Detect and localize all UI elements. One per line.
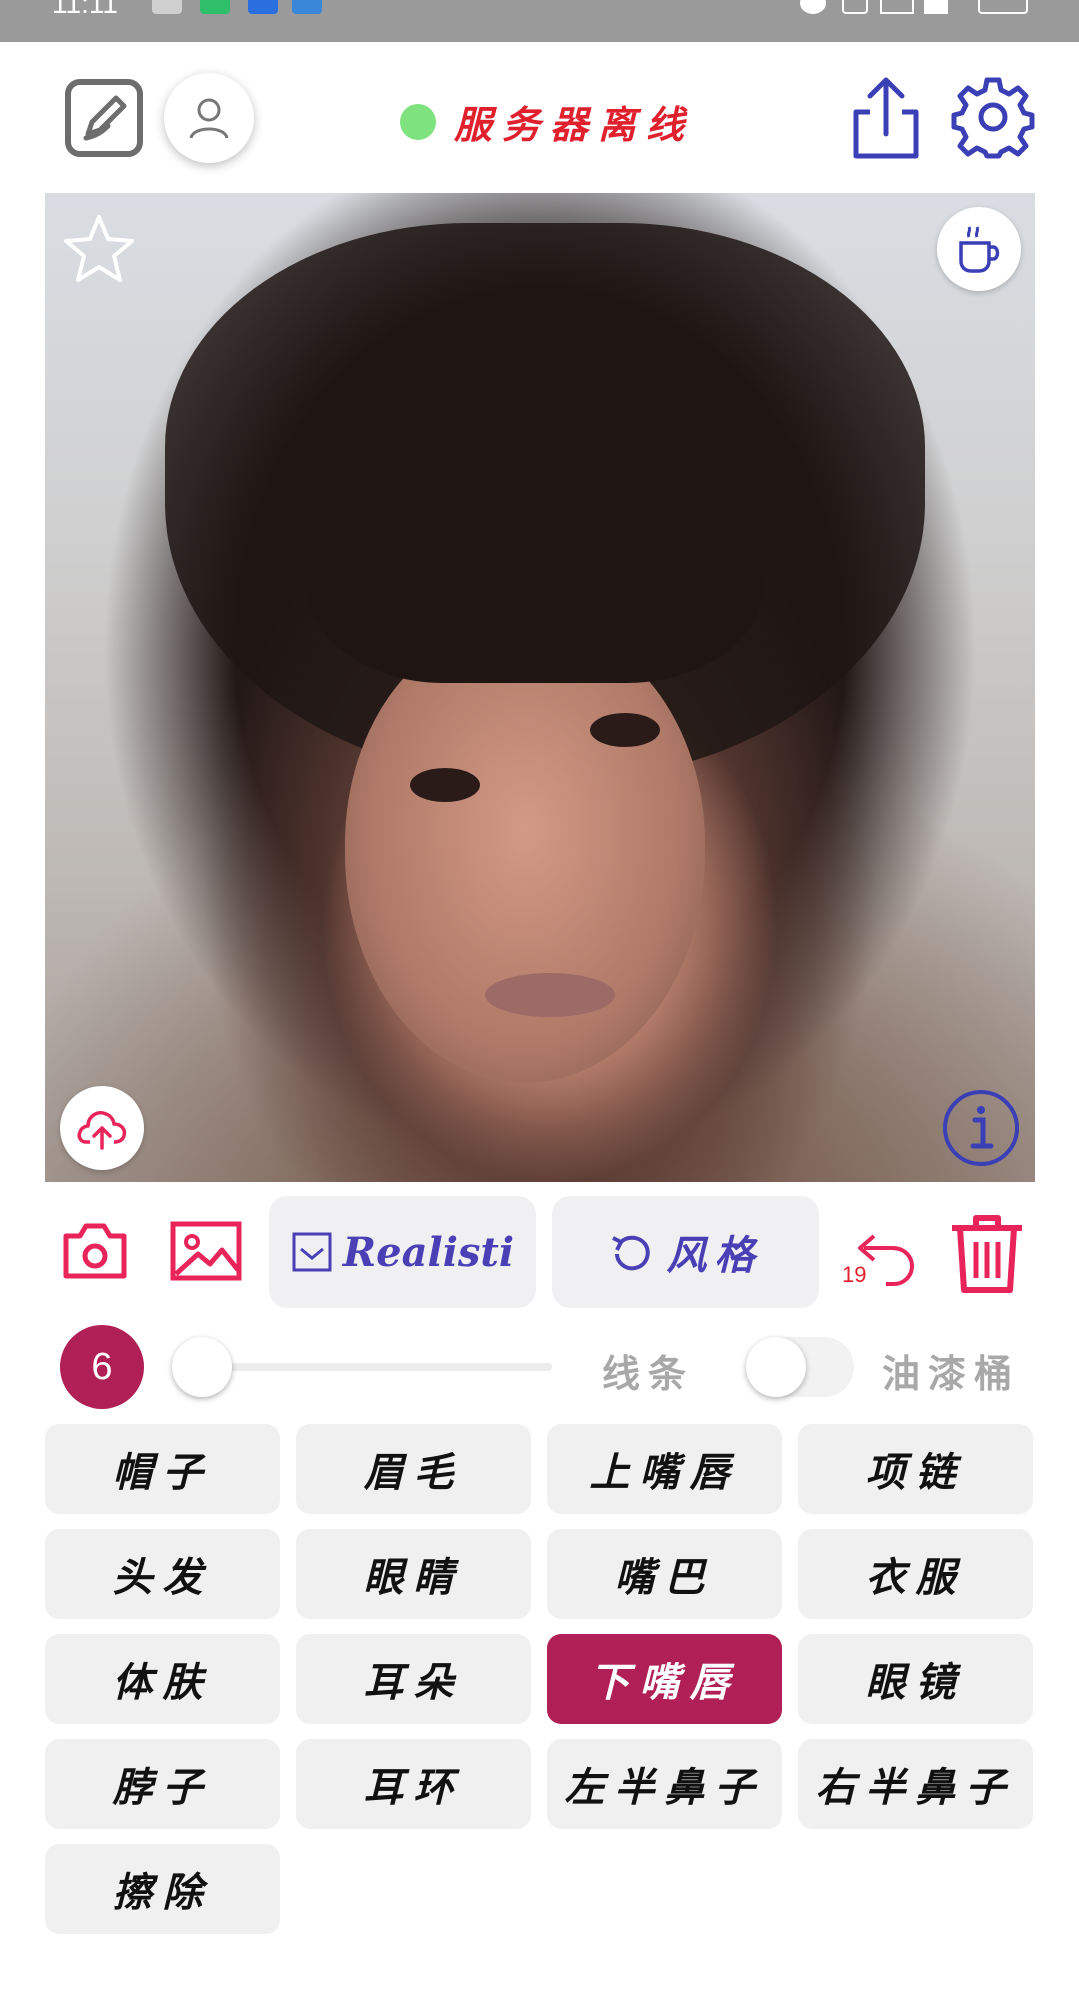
camera-icon bbox=[63, 1223, 127, 1279]
part-button[interactable]: 上嘴唇 bbox=[547, 1424, 782, 1514]
favorite-button[interactable] bbox=[61, 211, 137, 287]
settings-button[interactable] bbox=[950, 74, 1036, 160]
part-button[interactable]: 头发 bbox=[45, 1529, 280, 1619]
part-button[interactable]: 帽子 bbox=[45, 1424, 280, 1514]
signal-icon bbox=[880, 0, 914, 14]
part-button[interactable]: 右半鼻子 bbox=[798, 1739, 1033, 1829]
trash-icon bbox=[952, 1215, 1022, 1293]
part-button[interactable]: 项链 bbox=[798, 1424, 1033, 1514]
upload-button[interactable] bbox=[60, 1086, 144, 1170]
edit-icon bbox=[65, 79, 143, 157]
line-mode-label[interactable]: 线条 bbox=[602, 1343, 694, 1398]
notification-icon bbox=[200, 0, 230, 14]
undo-button[interactable]: 19 bbox=[840, 1214, 920, 1294]
user-icon bbox=[189, 98, 229, 139]
image-icon bbox=[170, 1221, 242, 1281]
part-button[interactable]: 衣服 bbox=[798, 1529, 1033, 1619]
info-button[interactable] bbox=[939, 1086, 1023, 1170]
tool-bar: Realisti 风格 19 bbox=[0, 1196, 1079, 1308]
server-status: 服务器离线 bbox=[400, 94, 694, 149]
gallery-button[interactable] bbox=[168, 1218, 244, 1284]
brush-controls: 6 线条 油漆桶 bbox=[0, 1325, 1079, 1409]
share-button[interactable] bbox=[846, 74, 926, 162]
style-button[interactable]: 风格 bbox=[552, 1196, 819, 1308]
star-icon bbox=[64, 215, 134, 282]
info-icon bbox=[943, 1090, 1019, 1166]
brush-size-slider-thumb[interactable] bbox=[172, 1337, 232, 1397]
part-button[interactable]: 嘴巴 bbox=[547, 1529, 782, 1619]
part-button[interactable]: 耳环 bbox=[296, 1739, 531, 1829]
brush-size-slider[interactable] bbox=[180, 1363, 552, 1371]
share-icon bbox=[853, 77, 919, 159]
paint-bucket-label: 油漆桶 bbox=[882, 1351, 1021, 1396]
checkbox-icon bbox=[292, 1232, 332, 1272]
edit-button[interactable] bbox=[62, 76, 146, 160]
right-eye bbox=[590, 713, 660, 747]
refresh-icon bbox=[611, 1235, 650, 1271]
alarm-icon bbox=[800, 0, 826, 14]
cloud-upload-icon bbox=[77, 1111, 127, 1150]
paint-bucket-toggle-thumb[interactable] bbox=[746, 1337, 806, 1397]
profile-button[interactable] bbox=[164, 73, 254, 163]
lips bbox=[485, 973, 615, 1017]
brush-size-badge: 6 bbox=[60, 1325, 144, 1409]
part-button[interactable]: 耳朵 bbox=[296, 1634, 531, 1724]
undo-count: 19 bbox=[842, 1262, 867, 1287]
battery-icon bbox=[978, 0, 1028, 14]
mute-icon bbox=[842, 0, 868, 14]
part-button[interactable]: 擦除 bbox=[45, 1844, 280, 1934]
style-mode-selector[interactable]: Realisti bbox=[269, 1196, 536, 1308]
server-status-dot bbox=[400, 103, 436, 140]
part-button[interactable]: 体肤 bbox=[45, 1634, 280, 1724]
coffee-cup-icon bbox=[959, 226, 1000, 273]
left-eye bbox=[410, 768, 480, 802]
bangs-shape bbox=[305, 343, 765, 683]
notification-icon bbox=[292, 0, 322, 14]
gear-icon bbox=[951, 77, 1035, 159]
style-button-label: 风格 bbox=[666, 1232, 763, 1279]
server-status-text: 服务器离线 bbox=[454, 102, 695, 147]
status-bar: 11:11 bbox=[0, 0, 1079, 42]
notification-icon bbox=[248, 0, 278, 14]
part-button[interactable]: 眼睛 bbox=[296, 1529, 531, 1619]
delete-button[interactable] bbox=[946, 1210, 1028, 1296]
part-button[interactable]: 眼镜 bbox=[798, 1634, 1033, 1724]
part-button[interactable]: 脖子 bbox=[45, 1739, 280, 1829]
part-button[interactable]: 左半鼻子 bbox=[547, 1739, 782, 1829]
portrait-canvas[interactable] bbox=[45, 193, 1035, 1182]
part-button[interactable]: 眉毛 bbox=[296, 1424, 531, 1514]
camera-button[interactable] bbox=[60, 1218, 130, 1284]
part-button[interactable]: 下嘴唇 bbox=[547, 1634, 782, 1724]
donate-button[interactable] bbox=[937, 207, 1021, 291]
cellular-icon bbox=[924, 0, 964, 14]
notification-icon bbox=[152, 0, 182, 14]
style-mode-label: Realisti bbox=[342, 1228, 515, 1276]
top-bar: 服务器离线 bbox=[0, 42, 1079, 192]
status-time: 11:11 bbox=[52, 0, 118, 19]
